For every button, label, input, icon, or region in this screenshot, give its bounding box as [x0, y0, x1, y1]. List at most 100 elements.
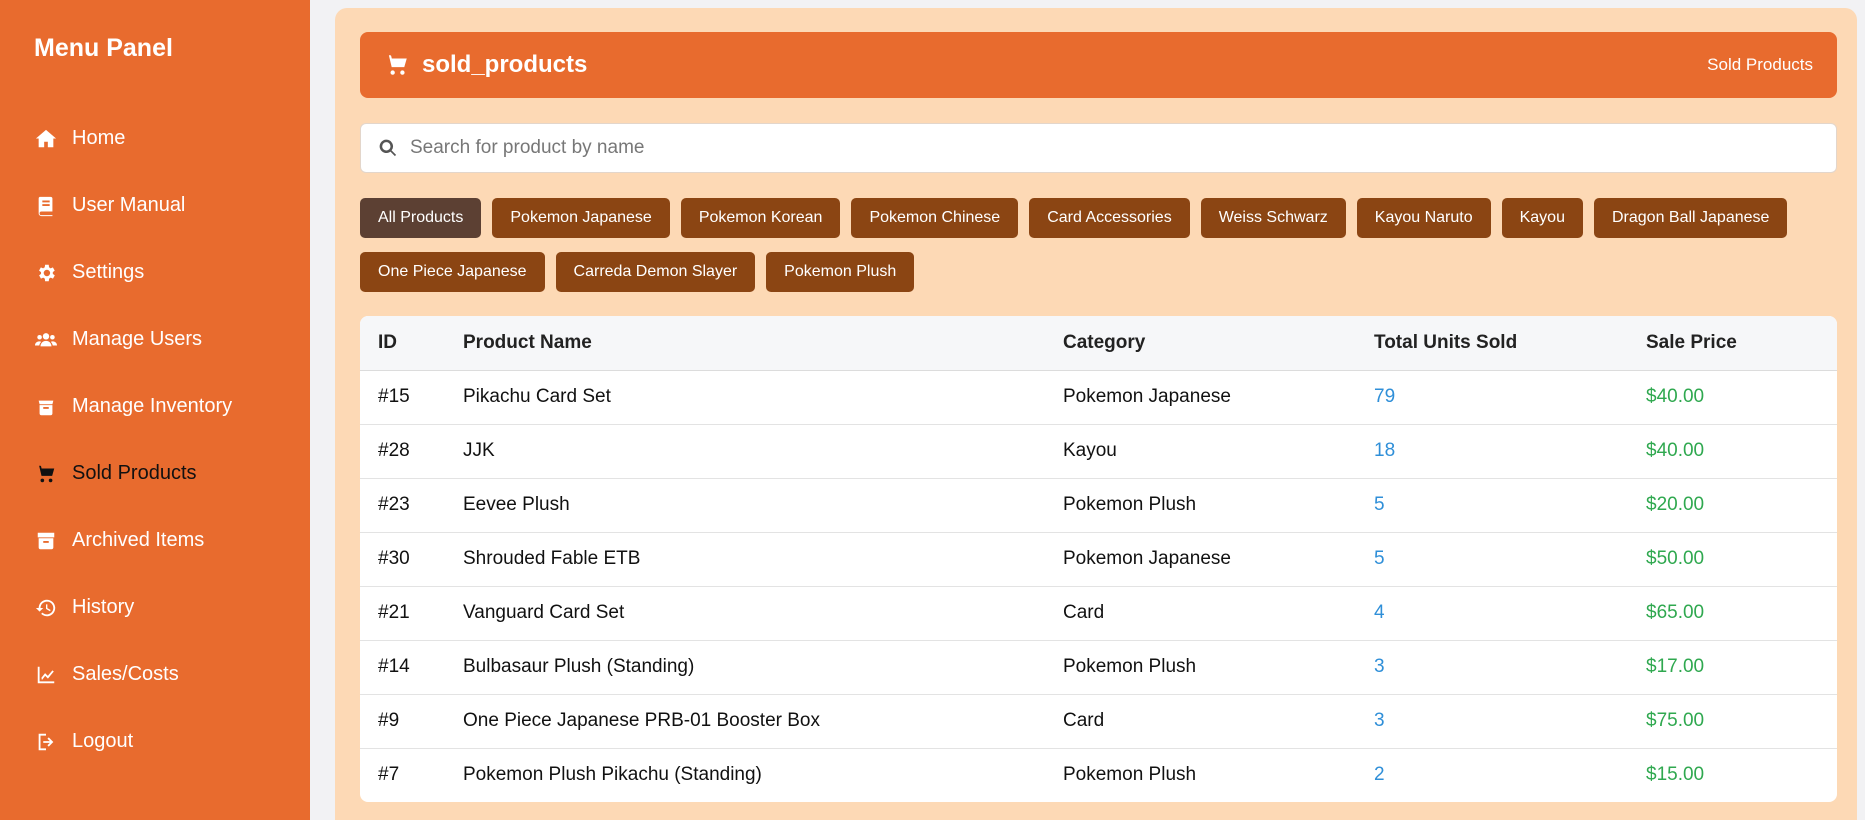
filter-carreda-demon-slayer[interactable]: Carreda Demon Slayer	[555, 252, 756, 292]
cell-category: Card	[1063, 586, 1374, 641]
cell-product-name: Pokemon Plush Pikachu (Standing)	[463, 764, 762, 786]
filter-pokemon-plush[interactable]: Pokemon Plush	[766, 252, 915, 292]
sold-products-table-card: ID Product Name Category Total Units Sol…	[360, 316, 1837, 802]
cell-category: Pokemon Plush	[1063, 764, 1197, 786]
filter-all-products[interactable]: All Products	[360, 198, 482, 238]
archive-icon	[34, 529, 58, 553]
sidebar-item-sales-costs[interactable]: Sales/Costs	[0, 641, 310, 708]
cell-category: Kayou	[1063, 424, 1374, 479]
category-filters: All Products Pokemon Japanese Pokemon Ko…	[360, 198, 1837, 292]
cell-product-name: One Piece Japanese PRB-01 Booster Box	[463, 694, 1063, 749]
filter-card-accessories[interactable]: Card Accessories	[1029, 198, 1190, 238]
cell-id: #9	[360, 694, 463, 749]
sidebar-item-label: Archived Items	[72, 529, 205, 551]
box-icon	[34, 395, 58, 419]
sidebar-item-settings[interactable]: Settings	[0, 239, 310, 306]
cell-id: #14	[360, 640, 463, 695]
sidebar-item-label: Home	[72, 127, 126, 149]
sidebar-item-label: Manage Users	[72, 328, 203, 350]
cell-units-sold: 3	[1374, 640, 1646, 695]
cell-product-name: Eevee Plush	[463, 478, 1063, 533]
table-row[interactable]: #14 Bulbasaur Plush (Standing) Pokemon P…	[360, 640, 1837, 695]
sidebar-title: Menu Panel	[34, 34, 173, 62]
cell-sale-price: $17.00	[1646, 640, 1837, 695]
cell-id: #30	[360, 532, 463, 587]
cell-id: #7	[378, 764, 400, 786]
sold-products-table: ID Product Name Category Total Units Sol…	[360, 316, 1837, 802]
cell-sale-price: $65.00	[1646, 586, 1837, 641]
column-header-product-name[interactable]: Product Name	[463, 316, 1063, 371]
sidebar-item-archived-items[interactable]: Archived Items	[0, 507, 310, 574]
breadcrumb[interactable]: Sold Products	[1707, 55, 1813, 75]
sidebar-item-label: Logout	[72, 730, 134, 752]
page-header: sold_products Sold Products	[360, 32, 1837, 98]
cell-sale-price: $15.00	[1646, 764, 1705, 786]
sidebar-item-label: Settings	[72, 261, 145, 283]
cell-units-sold: 5	[1374, 478, 1646, 533]
sidebar-item-label: User Manual	[72, 194, 186, 216]
filter-one-piece-japanese[interactable]: One Piece Japanese	[360, 252, 545, 292]
sidebar-item-home[interactable]: Home	[0, 105, 310, 172]
search-icon	[379, 139, 397, 157]
cell-sale-price: $20.00	[1646, 478, 1837, 533]
table-row[interactable]: #15 Pikachu Card Set Pokemon Japanese 79…	[360, 370, 1837, 425]
history-icon	[34, 596, 58, 620]
filter-kayou-naruto[interactable]: Kayou Naruto	[1356, 198, 1491, 238]
cell-id: #28	[360, 424, 463, 479]
cell-sale-price: $40.00	[1646, 424, 1837, 479]
cell-product-name: Vanguard Card Set	[463, 586, 1063, 641]
table-row[interactable]: #28 JJK Kayou 18 $40.00	[360, 424, 1837, 479]
filter-kayou[interactable]: Kayou	[1501, 198, 1583, 238]
cart-icon	[385, 55, 407, 75]
sidebar-nav: Home User Manual Settings Manage Users M…	[0, 105, 310, 775]
cell-product-name: Pikachu Card Set	[463, 370, 1063, 425]
table-row[interactable]: #23 Eevee Plush Pokemon Plush 5 $20.00	[360, 478, 1837, 533]
filter-dragon-ball-japanese[interactable]: Dragon Ball Japanese	[1593, 198, 1788, 238]
filter-pokemon-japanese[interactable]: Pokemon Japanese	[492, 198, 670, 238]
filter-pokemon-chinese[interactable]: Pokemon Chinese	[851, 198, 1019, 238]
sidebar-item-label: History	[72, 596, 135, 618]
search-input[interactable]	[410, 137, 1810, 159]
sidebar-item-sold-products[interactable]: Sold Products	[0, 440, 310, 507]
cell-units-sold: 3	[1374, 694, 1646, 749]
sidebar-item-history[interactable]: History	[0, 574, 310, 641]
sidebar-item-label: Sold Products	[72, 462, 197, 484]
cell-sale-price: $40.00	[1646, 370, 1837, 425]
sidebar-item-label: Sales/Costs	[72, 663, 179, 685]
cell-units-sold: 2	[1374, 764, 1385, 786]
cell-product-name: Bulbasaur Plush (Standing)	[463, 640, 1063, 695]
table-row[interactable]: #30 Shrouded Fable ETB Pokemon Japanese …	[360, 532, 1837, 587]
cell-id: #21	[360, 586, 463, 641]
filter-weiss-schwarz[interactable]: Weiss Schwarz	[1200, 198, 1346, 238]
table-row[interactable]: #7 Pokemon Plush Pikachu (Standing) Poke…	[360, 748, 1837, 802]
table-header-row: ID Product Name Category Total Units Sol…	[360, 316, 1837, 371]
book-icon	[34, 194, 58, 218]
cell-category: Card	[1063, 694, 1374, 749]
page-title: sold_products	[422, 51, 588, 78]
users-icon	[34, 328, 58, 352]
cell-id: #15	[360, 370, 463, 425]
sidebar-item-user-manual[interactable]: User Manual	[0, 172, 310, 239]
column-header-id[interactable]: ID	[360, 316, 463, 371]
cell-units-sold: 5	[1374, 532, 1646, 587]
column-header-category[interactable]: Category	[1063, 316, 1374, 371]
page-title-group: sold_products	[384, 51, 587, 79]
sidebar-item-manage-users[interactable]: Manage Users	[0, 306, 310, 373]
table-row[interactable]: #9 One Piece Japanese PRB-01 Booster Box…	[360, 694, 1837, 749]
sidebar-item-manage-inventory[interactable]: Manage Inventory	[0, 373, 310, 440]
table-row[interactable]: #21 Vanguard Card Set Card 4 $65.00	[360, 586, 1837, 641]
logout-icon	[34, 730, 58, 754]
sidebar: Menu Panel Home User Manual Settings Man…	[0, 0, 310, 820]
sidebar-item-label: Manage Inventory	[72, 395, 233, 417]
cell-category: Pokemon Japanese	[1063, 532, 1374, 587]
chart-line-icon	[34, 663, 58, 687]
column-header-total-units-sold[interactable]: Total Units Sold	[1374, 316, 1646, 371]
column-header-sale-price[interactable]: Sale Price	[1646, 316, 1837, 371]
sidebar-item-logout[interactable]: Logout	[0, 708, 310, 775]
filter-pokemon-korean[interactable]: Pokemon Korean	[680, 198, 841, 238]
cell-category: Pokemon Plush	[1063, 640, 1374, 695]
cell-units-sold: 4	[1374, 586, 1646, 641]
cell-product-name: JJK	[463, 424, 1063, 479]
cell-sale-price: $75.00	[1646, 694, 1837, 749]
gear-icon	[34, 261, 58, 285]
